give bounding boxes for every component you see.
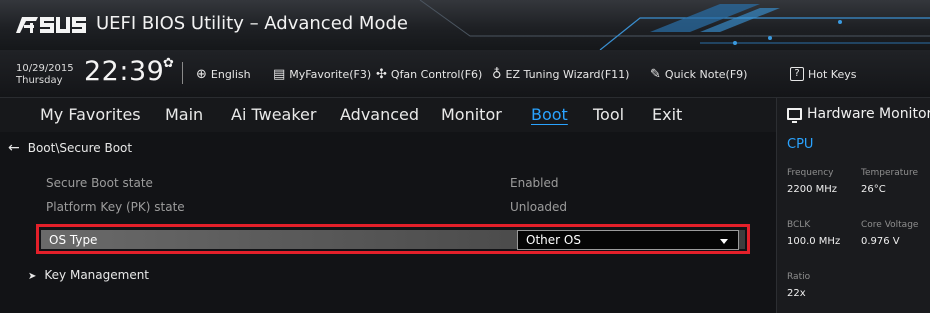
secure-boot-state-label: Secure Boot state — [46, 176, 153, 190]
platform-key-state-label: Platform Key (PK) state — [46, 200, 185, 214]
window-title: UEFI BIOS Utility – Advanced Mode — [96, 13, 408, 34]
os-type-value: Other OS — [526, 233, 581, 247]
cpu-section-title: CPU — [787, 137, 814, 152]
tab-tool[interactable]: Tool — [593, 105, 624, 124]
os-type-highlight: OS Type Other OS — [36, 224, 750, 254]
clock-time: 22:39 — [84, 56, 165, 87]
main-panel: ← Boot\Secure Boot Secure Boot state Enab… — [0, 132, 776, 313]
key-management-item[interactable]: ➤ Key Management — [28, 268, 149, 282]
help-icon: ? — [790, 67, 804, 81]
chevron-down-icon — [720, 239, 728, 244]
tab-boot[interactable]: Boot — [531, 105, 568, 124]
hot-keys-button[interactable]: ? Hot Keys — [790, 67, 857, 81]
myfavorite-button[interactable]: ▤ MyFavorite(F3) — [273, 67, 371, 82]
language-label: English — [210, 68, 251, 81]
info-bar: 10/29/2015 Thursday 22:39 ✿ ⊕ English ▤ … — [0, 50, 930, 98]
qfan-control-label: Qfan Control(F6) — [390, 68, 483, 81]
chevron-right-icon: ➤ — [28, 271, 37, 282]
os-type-row[interactable]: OS Type Other OS — [41, 230, 745, 250]
quick-note-button[interactable]: ✎ Quick Note(F9) — [650, 67, 747, 82]
ez-tuning-wizard-label: EZ Tuning Wizard(F11) — [505, 68, 630, 81]
qfan-control-button[interactable]: ✣ Qfan Control(F6) — [376, 67, 482, 82]
platform-key-state-value: Unloaded — [510, 200, 568, 214]
ratio-value: 22x — [787, 288, 806, 299]
tab-ai-tweaker[interactable]: Ai Tweaker — [231, 105, 316, 124]
menu-bar: My Favorites Main Ai Tweaker Advanced Mo… — [0, 98, 776, 132]
os-type-dropdown[interactable]: Other OS — [517, 230, 739, 250]
fan-icon: ✣ — [376, 67, 387, 82]
tab-main[interactable]: Main — [165, 105, 203, 124]
secure-boot-state-value: Enabled — [510, 176, 559, 190]
frequency-label: Frequency — [787, 168, 834, 178]
breadcrumb-text: Boot\Secure Boot — [27, 141, 133, 155]
gear-icon[interactable]: ✿ — [163, 56, 174, 71]
title-bar: UEFI BIOS Utility – Advanced Mode — [0, 0, 930, 50]
note-icon: ✎ — [650, 67, 661, 82]
hardware-monitor-panel: Hardware Monitor CPU Frequency 2200 MHz … — [776, 98, 930, 313]
date-display: 10/29/2015 Thursday — [16, 63, 74, 87]
date-text: 10/29/2015 — [16, 63, 74, 74]
hot-keys-label: Hot Keys — [808, 67, 857, 81]
language-button[interactable]: ⊕ English — [196, 67, 251, 82]
os-type-label: OS Type — [49, 233, 98, 247]
temperature-label: Temperature — [861, 168, 919, 178]
bclk-value: 100.0 MHz — [787, 236, 841, 247]
breadcrumb[interactable]: ← Boot\Secure Boot — [8, 140, 132, 156]
core-voltage-label: Core Voltage — [861, 220, 919, 230]
tab-exit[interactable]: Exit — [652, 105, 682, 124]
monitor-icon — [787, 108, 802, 123]
myfavorite-label: MyFavorite(F3) — [289, 68, 372, 81]
temperature-value: 26°C — [861, 184, 886, 195]
hardware-monitor-label: Hardware Monitor — [807, 106, 930, 122]
ratio-label: Ratio — [787, 272, 811, 282]
key-management-label: Key Management — [44, 268, 150, 282]
tab-advanced[interactable]: Advanced — [340, 105, 419, 124]
weekday-text: Thursday — [16, 75, 63, 86]
divider — [182, 62, 183, 84]
tab-my-favorites[interactable]: My Favorites — [40, 105, 141, 124]
back-arrow-icon[interactable]: ← — [8, 140, 20, 156]
ez-tuning-wizard-button[interactable]: ♁ EZ Tuning Wizard(F11) — [492, 67, 629, 82]
asus-logo — [16, 17, 86, 33]
tab-monitor[interactable]: Monitor — [441, 105, 502, 124]
hardware-monitor-title: Hardware Monitor — [787, 106, 930, 123]
favorites-icon: ▤ — [273, 67, 286, 82]
quick-note-label: Quick Note(F9) — [664, 68, 748, 81]
core-voltage-value: 0.976 V — [861, 236, 900, 247]
bclk-label: BCLK — [787, 220, 811, 230]
globe-icon: ⊕ — [196, 67, 207, 82]
bulb-icon: ♁ — [492, 67, 502, 82]
frequency-value: 2200 MHz — [787, 184, 838, 195]
